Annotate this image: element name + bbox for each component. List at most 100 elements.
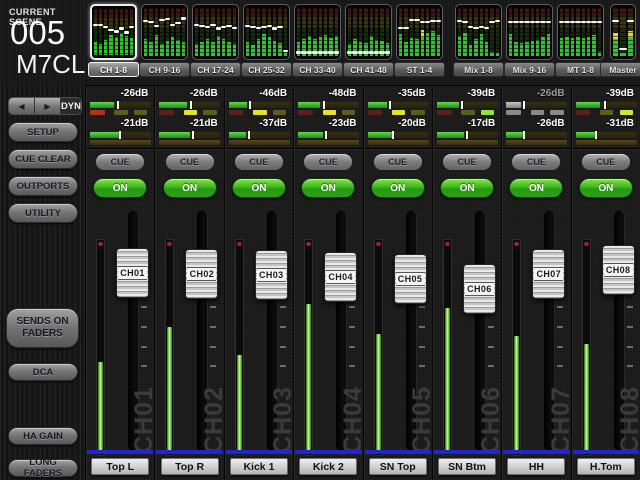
ha-gain-button[interactable]: HA GAIN [8, 427, 78, 445]
channel-name-label[interactable]: SN Top [369, 458, 427, 475]
dyn1-level-bar [368, 102, 429, 108]
channel-watermark: CH07 [551, 386, 571, 454]
sends-on-faders-button[interactable]: SENDS ONFADERS [6, 308, 79, 348]
dyn1-level-bar [229, 102, 290, 108]
dyn2-threshold-value: -37dB [259, 118, 287, 129]
channel-name-label[interactable]: Top L [91, 458, 149, 475]
peak-dot [445, 242, 450, 246]
on-button[interactable]: ON [301, 178, 355, 198]
dyn2-level-bar [229, 132, 290, 138]
meter-bar [426, 8, 429, 56]
meter-block-ch-1-8[interactable] [90, 4, 137, 60]
divider [155, 148, 223, 149]
fader-cap-label: CH01 [118, 266, 147, 280]
channel-name-label[interactable]: Kick 2 [299, 458, 357, 475]
level-meter-fill [98, 362, 103, 454]
processing-nav: ◀ ▶ DYN [8, 97, 82, 115]
bank-tab-ch-33-40[interactable]: CH 33-40 [292, 62, 343, 77]
dyn1-gr-segments [368, 110, 429, 115]
meter-block-master[interactable] [610, 4, 636, 60]
cue-clear-button[interactable]: CUE CLEAR [8, 149, 78, 169]
gr-segment [159, 110, 174, 115]
channel-watermark: CH05 [412, 386, 432, 454]
meter-block-mix-9-16[interactable] [506, 4, 553, 60]
peak-dot [514, 242, 519, 246]
fader-cap[interactable]: CH08 [602, 245, 635, 295]
cue-button[interactable]: CUE [511, 153, 561, 171]
channel-strip-ch03: -46dB-37dBCUEONCH03CH03Kick 1 [224, 86, 293, 480]
meter-block-ch-17-24[interactable] [192, 4, 239, 60]
dca-button[interactable]: DCA [8, 363, 78, 381]
fader-cap[interactable]: CH07 [532, 249, 565, 299]
bank-tab-ch-25-32[interactable]: CH 25-32 [241, 62, 292, 77]
level-meter-fill [584, 344, 589, 454]
channel-name-label[interactable]: Top R [161, 458, 219, 475]
fader-cap[interactable]: CH02 [185, 249, 218, 299]
channel-color-bar [87, 450, 153, 454]
meter-bar [370, 8, 373, 56]
meter-bar [182, 8, 185, 56]
fader-cap[interactable]: CH04 [324, 252, 357, 302]
channel-name-label[interactable]: HH [507, 458, 565, 475]
on-button[interactable]: ON [93, 178, 147, 198]
fader-scale-tick [419, 306, 425, 308]
on-button[interactable]: ON [163, 178, 217, 198]
dyn2-gr-bar [229, 140, 290, 145]
on-button[interactable]: ON [440, 178, 494, 198]
meter-block-st-1-4[interactable] [396, 4, 443, 60]
bank-tab-mix-9-16[interactable]: Mix 9-16 [504, 62, 555, 77]
on-button[interactable]: ON [371, 178, 425, 198]
cue-button[interactable]: CUE [165, 153, 215, 171]
channel-color-bar [295, 450, 361, 454]
bank-tab-ch-17-24[interactable]: CH 17-24 [190, 62, 241, 77]
divider [433, 148, 501, 149]
meter-bar [120, 9, 123, 55]
next-arrow-button[interactable]: ▶ [35, 98, 61, 114]
on-button[interactable]: ON [509, 178, 563, 198]
cue-button[interactable]: CUE [581, 153, 631, 171]
meter-block-ch-25-32[interactable] [243, 4, 290, 60]
meter-block-ch-33-40[interactable] [294, 4, 341, 60]
cue-button[interactable]: CUE [303, 153, 353, 171]
prev-arrow-button[interactable]: ◀ [9, 98, 35, 114]
divider [364, 148, 432, 149]
fader-cap[interactable]: CH03 [255, 250, 288, 300]
bank-tab-ch-1-8[interactable]: CH 1-8 [88, 62, 139, 77]
on-button[interactable]: ON [579, 178, 633, 198]
cue-button[interactable]: CUE [234, 153, 284, 171]
fader-cap-label: CH03 [257, 268, 286, 282]
bank-tab-master[interactable]: Master [600, 62, 640, 77]
dyn1-gr-segments [90, 110, 151, 115]
outports-button[interactable]: OUTPORTS [8, 176, 78, 196]
meter-bar [469, 8, 472, 56]
fader-cap-label: CH05 [396, 272, 425, 286]
utility-button[interactable]: UTILITY [8, 203, 78, 223]
meter-block-ch-9-16[interactable] [141, 4, 188, 60]
setup-button[interactable]: SETUP [8, 122, 78, 142]
channel-name-label[interactable]: H.Tom [577, 458, 635, 475]
cue-button[interactable]: CUE [373, 153, 423, 171]
meter-bar [144, 8, 147, 56]
dyn2-level-bar [437, 132, 498, 138]
meter-bar [520, 8, 523, 56]
fader-cap[interactable]: CH01 [116, 248, 149, 298]
meter-block-mt-1-8[interactable] [557, 4, 604, 60]
fader-cap[interactable]: CH05 [394, 254, 427, 304]
meter-bar [206, 8, 209, 56]
bank-tab-mix-1-8[interactable]: Mix 1-8 [453, 62, 504, 77]
long-faders-button[interactable]: LONG FADERS [8, 459, 78, 477]
channel-name-label[interactable]: Kick 1 [230, 458, 288, 475]
channel-name-label[interactable]: SN Btm [438, 458, 496, 475]
on-button[interactable]: ON [232, 178, 286, 198]
bank-tab-st-1-4[interactable]: ST 1-4 [394, 62, 445, 77]
meter-block-mix-1-8[interactable] [455, 4, 502, 60]
dyn2-gr-bar [298, 140, 359, 145]
fader-cap[interactable]: CH06 [463, 264, 496, 314]
meter-block-ch-41-48[interactable] [345, 4, 392, 60]
bank-tab-ch-9-16[interactable]: CH 9-16 [139, 62, 190, 77]
bank-tab-ch-41-48[interactable]: CH 41-48 [343, 62, 394, 77]
meter-bar [509, 8, 512, 56]
cue-button[interactable]: CUE [442, 153, 492, 171]
cue-button[interactable]: CUE [95, 153, 145, 171]
bank-tab-mt-1-8[interactable]: MT 1-8 [555, 62, 606, 77]
